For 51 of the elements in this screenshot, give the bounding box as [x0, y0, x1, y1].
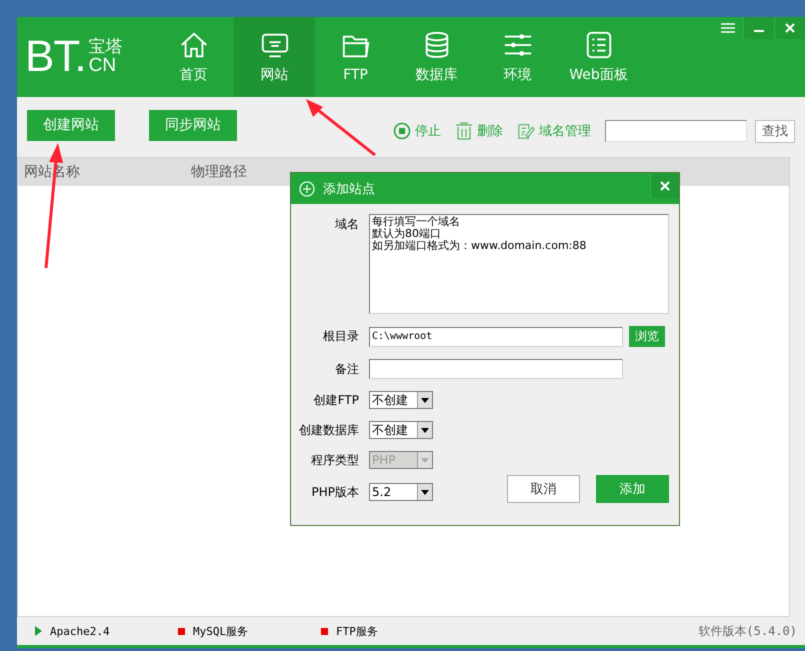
dialog-title: 添加站点	[323, 180, 375, 198]
caret-icon	[421, 428, 429, 432]
search-button[interactable]: 查找	[755, 120, 795, 142]
version-text: 软件版本(5.4.0)	[698, 622, 797, 640]
add-button[interactable]: 添加	[596, 475, 669, 503]
trash-icon	[455, 122, 473, 140]
add-icon	[299, 180, 315, 196]
field-label: 创建FTP	[312, 392, 359, 408]
field-label: 根目录	[322, 328, 359, 345]
cancel-button[interactable]: 取消	[507, 475, 580, 503]
nav-tab[interactable]: Web面板	[558, 17, 639, 97]
service-label: MySQL服务	[193, 624, 248, 638]
field-label: 备注	[334, 360, 359, 378]
caret-icon	[421, 458, 429, 462]
dropdown[interactable]: 不创建	[369, 421, 433, 439]
caret-icon	[421, 398, 429, 402]
close-icon	[785, 23, 795, 33]
dropdown[interactable]: 不创建	[369, 391, 433, 409]
nav-tab[interactable]: 网站	[234, 17, 315, 97]
minimize-button[interactable]	[743, 17, 774, 39]
toolbar-button[interactable]: 创建网站	[27, 110, 115, 140]
nav-tab[interactable]: 首页	[153, 17, 234, 97]
nav-tab[interactable]: 数据库	[396, 17, 477, 97]
close-icon	[660, 180, 670, 190]
action-link[interactable]: 停止	[415, 122, 441, 140]
field-label: 域名	[334, 216, 359, 233]
stop-icon	[393, 122, 411, 140]
field-label: 创建数据库	[298, 422, 359, 438]
input-field[interactable]	[369, 359, 623, 379]
annotation-arrow	[306, 99, 376, 156]
dropdown[interactable]: 5.2	[369, 483, 433, 501]
caret-icon	[421, 490, 429, 494]
nav-tab[interactable]: 环境	[477, 17, 558, 97]
action-link[interactable]: 域名管理	[539, 122, 591, 140]
toolbar-button[interactable]: 同步网站	[149, 110, 237, 140]
service-label: FTP服务	[336, 624, 378, 638]
field-label: PHP版本	[310, 484, 359, 500]
menu-icon[interactable]	[721, 23, 735, 33]
field-label: 程序类型	[310, 452, 359, 468]
nav-tab[interactable]: FTP	[315, 17, 396, 97]
home-icon	[178, 30, 208, 60]
input-field[interactable]: C:\wwwroot	[369, 326, 623, 346]
action-link[interactable]: 删除	[477, 122, 503, 140]
close-button[interactable]	[774, 17, 805, 39]
browse-button[interactable]: 浏览	[629, 326, 665, 347]
service-label: Apache2.4	[50, 624, 110, 638]
domain-field[interactable]: 每行填写一个域名 默认为80端口 如另加端口格式为：www.domain.com:88	[369, 214, 669, 314]
edit-icon	[517, 122, 535, 140]
close-button[interactable]	[650, 174, 679, 198]
search-field[interactable]	[605, 120, 747, 142]
column-header: 物理路径	[190, 163, 248, 181]
